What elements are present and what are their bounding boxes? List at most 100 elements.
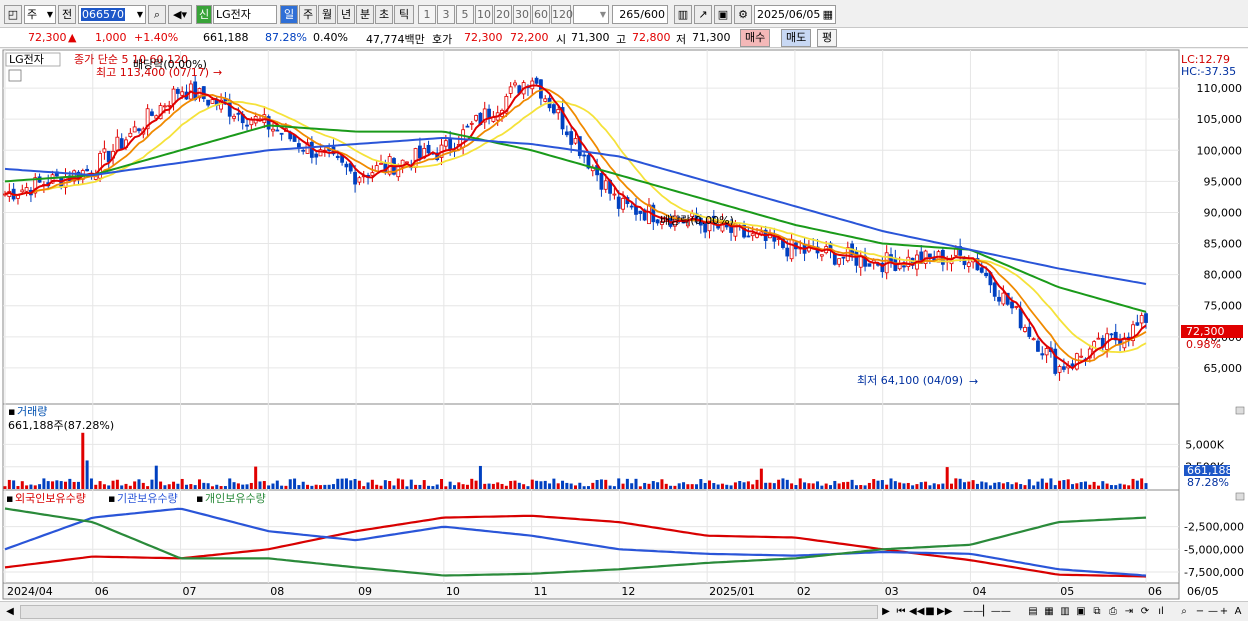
scroll-track[interactable] bbox=[20, 605, 878, 619]
volume-bar bbox=[919, 482, 923, 489]
sell-button[interactable]: 매도 bbox=[781, 29, 812, 47]
search-icon[interactable]: ⌕ bbox=[148, 5, 166, 24]
volume-bar bbox=[630, 483, 634, 489]
copy-icon[interactable]: ⧉ bbox=[1090, 605, 1104, 619]
print-icon[interactable]: ⎙ bbox=[1106, 605, 1120, 619]
compare-icon[interactable]: ▤ bbox=[1026, 605, 1040, 619]
draw-tool-icon[interactable]: ↗ bbox=[694, 5, 712, 24]
volume-bar bbox=[742, 482, 746, 489]
zoom-search-icon[interactable]: ⌕ bbox=[1178, 605, 1190, 619]
scroll-first-icon[interactable]: ⏮ bbox=[894, 605, 908, 619]
gear-icon[interactable]: ⚙ bbox=[734, 5, 752, 24]
interval-20-button[interactable]: 20 bbox=[494, 5, 512, 24]
save-icon[interactable]: ▣ bbox=[714, 5, 732, 24]
period-day-tab[interactable]: 일 bbox=[280, 5, 298, 24]
grid-view-icon[interactable]: ▦ bbox=[1042, 605, 1056, 619]
play-back-icon[interactable]: ◀◀ bbox=[909, 605, 924, 619]
period-tick-tab[interactable]: 틱 bbox=[394, 5, 414, 24]
volume-bar bbox=[314, 484, 318, 489]
market-type-select[interactable]: 주 ▼ bbox=[24, 5, 56, 24]
scroll-to-end-icon[interactable]: ⇥ bbox=[1122, 605, 1136, 619]
volume-bar bbox=[55, 480, 59, 489]
x-tick-label: 09 bbox=[358, 585, 372, 598]
volume-bar bbox=[746, 481, 750, 489]
volume-panel-close-icon[interactable] bbox=[1235, 406, 1245, 415]
period-year-tab[interactable]: 년 bbox=[337, 5, 355, 24]
table-icon[interactable] bbox=[8, 69, 22, 82]
candle-body bbox=[1040, 353, 1045, 356]
layout-icon[interactable]: ◰ bbox=[4, 5, 22, 24]
play-forward-icon[interactable]: ▶▶ bbox=[937, 605, 952, 619]
interval-custom-select[interactable]: ▼ bbox=[573, 5, 609, 24]
volume-bar bbox=[738, 480, 742, 489]
scroll-right-icon[interactable]: ▶ bbox=[880, 605, 892, 619]
volume-bar bbox=[20, 481, 24, 489]
refresh-icon[interactable]: ⟳ bbox=[1138, 605, 1152, 619]
interval-5-button[interactable]: 5 bbox=[456, 5, 474, 24]
scroll-left-icon[interactable]: ◀ bbox=[4, 605, 16, 619]
volume-bar bbox=[798, 478, 802, 489]
interval-3-button[interactable]: 3 bbox=[437, 5, 455, 24]
evaluation-button[interactable]: 평 bbox=[817, 29, 838, 47]
volume-bar bbox=[120, 485, 124, 489]
zoom-out-icon[interactable]: − bbox=[1194, 605, 1206, 619]
split-view-icon[interactable]: ▥ bbox=[1058, 605, 1072, 619]
volume-bar bbox=[720, 483, 724, 489]
candle-body bbox=[102, 148, 107, 153]
candle-body bbox=[1001, 292, 1006, 305]
volume-bar bbox=[854, 485, 858, 489]
volume-bar bbox=[409, 479, 413, 489]
stock-code-input[interactable]: 066570 ▼ bbox=[78, 5, 146, 24]
quote-bar: 72,300 ▲ 1,000 +1.40% 661,188 87.28% 0.4… bbox=[0, 28, 1248, 48]
volume-bar bbox=[422, 480, 426, 489]
volume-bar bbox=[159, 481, 163, 489]
price-change: 1,000 bbox=[95, 31, 127, 44]
volume-bar bbox=[1036, 481, 1040, 489]
period-week-tab[interactable]: 주 bbox=[299, 5, 317, 24]
volume-bar bbox=[617, 478, 621, 489]
volume-bar bbox=[924, 481, 928, 489]
volume-bar bbox=[396, 478, 400, 489]
stock-name-field[interactable]: LG전자 bbox=[213, 5, 277, 24]
zoom-in-icon[interactable]: + bbox=[1218, 605, 1230, 619]
candle-body bbox=[379, 162, 383, 165]
count-field[interactable]: 265/600 bbox=[612, 5, 668, 24]
volume-bar bbox=[89, 478, 93, 489]
stop-icon[interactable]: ■ bbox=[924, 605, 936, 619]
volume-bar bbox=[444, 486, 448, 489]
buy-button[interactable]: 매수 bbox=[740, 29, 771, 47]
interval-10-button[interactable]: 10 bbox=[475, 5, 493, 24]
interval-60-button[interactable]: 60 bbox=[532, 5, 550, 24]
hc-label: HC:-37.35 bbox=[1181, 65, 1236, 78]
price-tick-label: 110,000 bbox=[1197, 82, 1243, 95]
candle-body bbox=[612, 193, 617, 196]
layout-view-icon[interactable]: ▣ bbox=[1074, 605, 1088, 619]
period-second-tab[interactable]: 초 bbox=[375, 5, 393, 24]
stock-chart[interactable]: 65,00070,00075,00080,00085,00090,00095,0… bbox=[0, 49, 1248, 601]
interval-30-button[interactable]: 30 bbox=[513, 5, 531, 24]
market-mode-button[interactable]: 전 bbox=[58, 5, 76, 24]
volume-bar bbox=[405, 486, 409, 489]
date-field[interactable]: 2025/06/05 ▦ bbox=[754, 5, 836, 24]
holding-panel-close-icon[interactable] bbox=[1235, 492, 1245, 501]
volume-bar bbox=[716, 484, 720, 489]
volume-bar bbox=[932, 483, 936, 489]
period-month-tab[interactable]: 월 bbox=[318, 5, 336, 24]
chart-type-icon[interactable]: ıl bbox=[1154, 605, 1168, 619]
candle-body bbox=[418, 145, 422, 159]
chart-scrollbar[interactable]: ◀ ▶ ⏮ ◀◀ ■ ▶▶ ——▏—— ▤ ▦ ▥ ▣ ⧉ ⎙ ⇥ ⟳ ıl ⌕… bbox=[0, 601, 1248, 621]
speaker-icon[interactable]: ◀▾ bbox=[168, 5, 192, 24]
volume-bar bbox=[928, 485, 932, 489]
candle-body bbox=[508, 86, 513, 94]
price-panel-frame bbox=[2, 49, 1180, 405]
period-minute-tab[interactable]: 분 bbox=[356, 5, 374, 24]
font-size-icon[interactable]: A bbox=[1232, 605, 1244, 619]
candle-settings-icon[interactable]: ▥ bbox=[674, 5, 692, 24]
volume-bar bbox=[25, 485, 29, 489]
low-value: 71,300 bbox=[692, 31, 731, 44]
zoom-slider[interactable]: ——▏—— bbox=[952, 605, 1022, 619]
volume-bar bbox=[984, 482, 988, 489]
interval-120-button[interactable]: 120 bbox=[551, 5, 573, 24]
zoom-slider-mini[interactable]: — bbox=[1208, 605, 1218, 619]
interval-1-button[interactable]: 1 bbox=[418, 5, 436, 24]
